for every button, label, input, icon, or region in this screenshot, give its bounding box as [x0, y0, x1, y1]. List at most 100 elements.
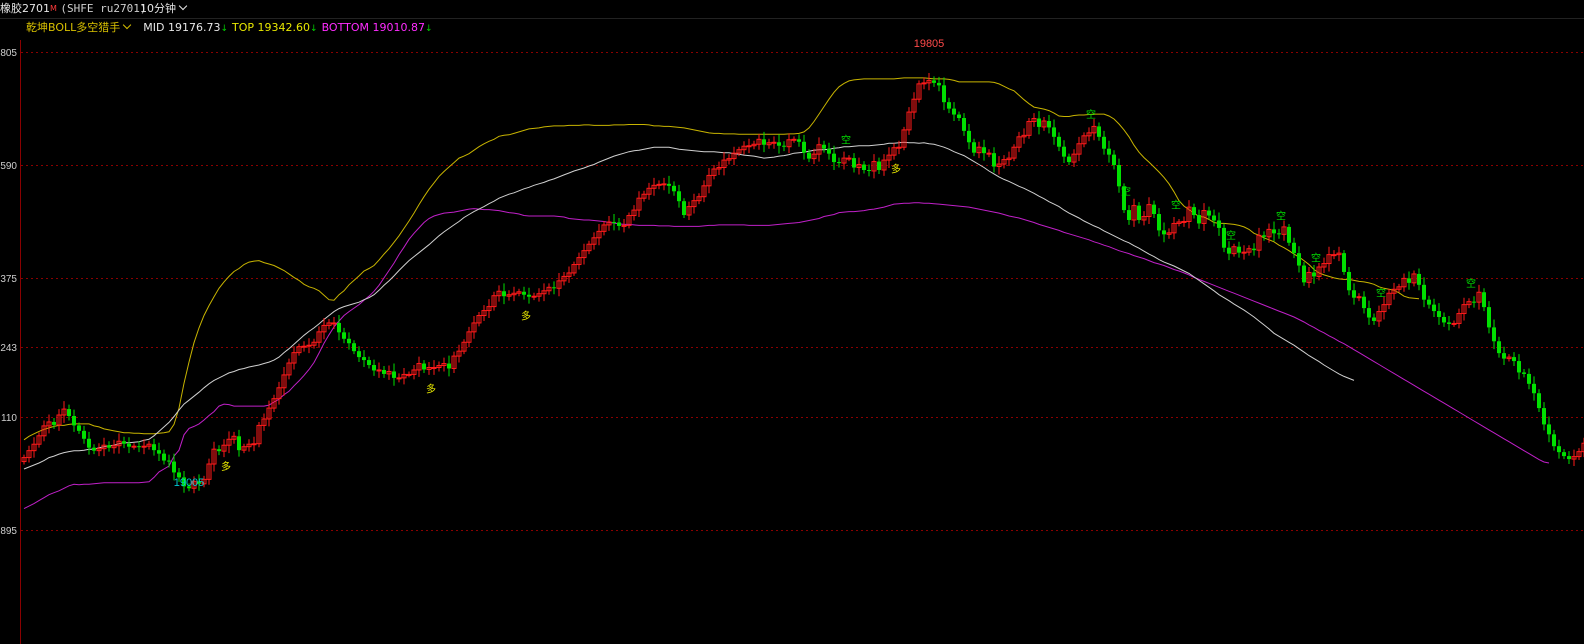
long-signal-marker: 多 [521, 310, 531, 323]
short-signal-marker: 空 [1121, 185, 1131, 198]
candle-body-up [301, 345, 307, 348]
candle-body-down [1517, 361, 1521, 373]
candle-body-down [1112, 154, 1116, 166]
candle-body-down [822, 144, 826, 149]
short-signal-marker: 空 [1276, 209, 1286, 222]
candle-body-down [382, 369, 386, 374]
candle-body-down [867, 169, 871, 171]
candle-body-down [1207, 210, 1211, 216]
candle-body-down [1302, 265, 1306, 283]
y-tick-label: 805 [0, 48, 17, 59]
candle-body-down [422, 363, 426, 370]
candlesticks [21, 72, 1584, 494]
candle-body-down [612, 221, 616, 223]
candle-body-up [1356, 296, 1362, 299]
candle-body-down [162, 453, 166, 461]
candle-body-down [157, 450, 161, 454]
candle-body-down [392, 371, 396, 378]
candle-body-down [107, 445, 111, 448]
candle-body-up [791, 138, 797, 141]
candle-body-down [1292, 242, 1296, 254]
candle-body-down [797, 139, 801, 142]
long-signal-marker: 多 [426, 382, 436, 395]
candle-body-down [1102, 136, 1106, 149]
candle-body-down [347, 338, 351, 344]
candle-body-down [1552, 434, 1556, 447]
candle-body-up [621, 224, 627, 227]
candle-body-down [1137, 205, 1141, 220]
candle-body-down [357, 351, 361, 358]
candle-body-down [942, 85, 946, 103]
candle-body-down [982, 147, 986, 154]
candle-body-down [1297, 253, 1301, 266]
candle-body-down [1217, 220, 1221, 228]
short-signal-marker: 空 [841, 133, 851, 146]
candle-body-down [127, 443, 131, 447]
candle-body-down [372, 365, 376, 371]
candle-body-down [1492, 327, 1496, 342]
candle-body-down [972, 142, 976, 153]
candle-body-down [1527, 373, 1531, 384]
candle-body-down [777, 142, 781, 146]
candle-body-down [122, 441, 126, 444]
candle-body-down [1047, 120, 1051, 128]
candle-body-up [131, 445, 137, 448]
candle-body-down [367, 360, 371, 366]
bottom-band-line [23, 202, 1550, 510]
candle-body-down [1062, 146, 1066, 157]
candle-body-up [1331, 254, 1337, 257]
candle-body-up [251, 443, 257, 446]
candle-body-down [1442, 317, 1446, 323]
candle-body-up [771, 141, 777, 144]
candle-body-up [141, 445, 147, 448]
y-tick-label: 110 [1, 413, 17, 424]
candle-body-down [1262, 235, 1266, 237]
candle-body-down [1192, 207, 1196, 216]
candle-body-down [1447, 322, 1451, 324]
candle-body-down [1417, 273, 1421, 285]
candle-body-down [962, 118, 966, 131]
grid-lines [21, 52, 1584, 531]
candle-body-down [352, 343, 356, 352]
candle-body-down [1367, 308, 1371, 318]
candle-body-down [832, 153, 836, 163]
price-chart[interactable]: 805590375243110895 多多多空多空空空空空空空空 19805 1… [0, 0, 1584, 644]
candle-body-down [1237, 246, 1241, 253]
candle-body-down [77, 425, 81, 431]
candle-body-down [1542, 408, 1546, 425]
candle-body-down [952, 108, 956, 115]
candle-body-down [1227, 247, 1231, 254]
candle-body-down [1567, 456, 1571, 460]
candle-body-up [1241, 251, 1247, 254]
candle-body-down [1432, 304, 1436, 312]
candle-body-down [672, 185, 676, 192]
y-tick-label: 375 [0, 274, 17, 285]
candle-body-down [1487, 307, 1491, 328]
candle-body-down [1537, 393, 1541, 409]
candle-body-down [682, 201, 686, 216]
candle-body-down [1272, 229, 1276, 234]
mid-band-line [23, 141, 1355, 470]
candle-body-down [92, 447, 96, 451]
top-band-line [23, 77, 1420, 441]
candle-body-up [746, 145, 752, 148]
candle-body-down [87, 438, 91, 448]
candle-body-up [896, 146, 902, 149]
candle-body-down [1067, 156, 1071, 163]
candle-body-down [1287, 226, 1291, 243]
candle-body-up [656, 183, 662, 186]
candle-body-up [986, 152, 992, 155]
y-tick-label: 243 [0, 343, 17, 354]
y-tick-label: 895 [0, 526, 17, 537]
short-signal-marker: 空 [1171, 199, 1181, 212]
candle-body-down [1277, 233, 1281, 235]
candle-body-down [1407, 278, 1411, 283]
candle-body-down [862, 164, 866, 170]
candle-body-down [1057, 136, 1061, 147]
signal-markers: 多多多空多空空空空空空空空 [221, 108, 1476, 473]
candle-body-up [1451, 322, 1457, 325]
long-signal-marker: 多 [891, 163, 901, 176]
candle-body-down [967, 130, 971, 143]
candle-body-down [1512, 357, 1516, 362]
candle-body-down [1127, 210, 1131, 220]
